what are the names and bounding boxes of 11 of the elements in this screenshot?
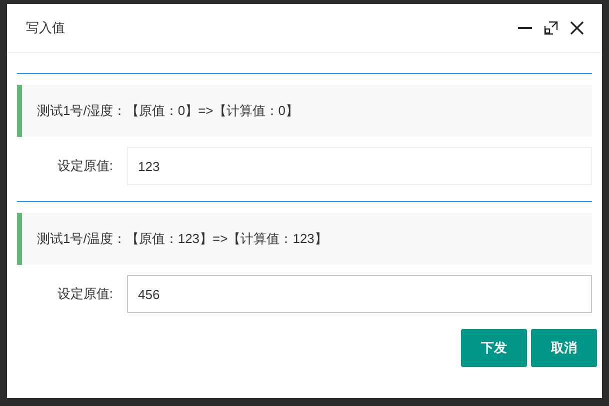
maximize-icon[interactable] xyxy=(544,21,558,35)
window-title: 写入值 xyxy=(26,19,65,38)
action-button[interactable]: 取消 xyxy=(531,329,597,367)
info-text: 测试1号/湿度：【原值：0】=>【计算值：0】 xyxy=(37,102,298,120)
action-button[interactable]: 下发 xyxy=(461,329,527,367)
field-label: 设定原值: xyxy=(56,285,113,304)
input-field[interactable]: 456 xyxy=(127,275,592,313)
input-field[interactable]: 123 xyxy=(127,147,592,185)
field-label: 设定原值: xyxy=(56,157,113,176)
info-text: 测试1号/温度：【原值：123】=>【计算值：123】 xyxy=(37,230,328,248)
close-icon[interactable] xyxy=(570,21,584,35)
